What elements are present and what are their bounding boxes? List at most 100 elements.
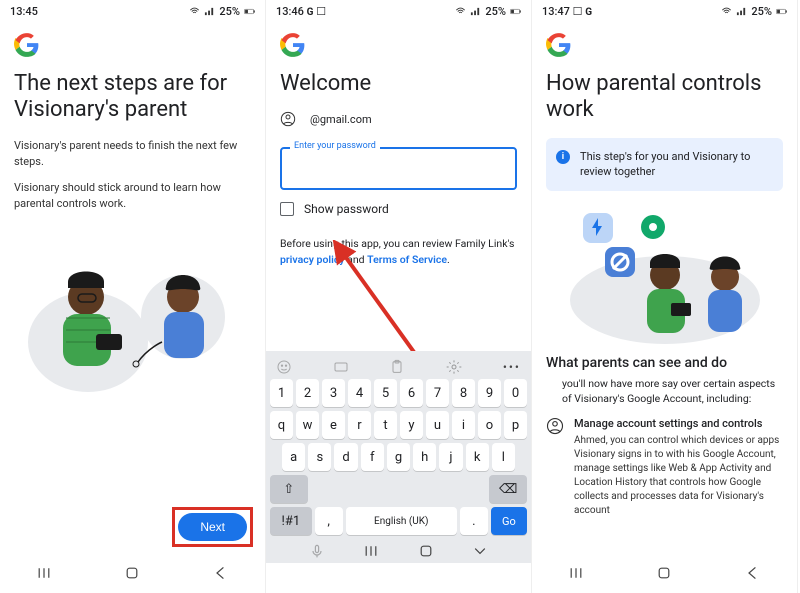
battery-icon: [244, 6, 255, 17]
symbols-key[interactable]: !#1: [270, 507, 312, 535]
key-h[interactable]: h: [413, 443, 436, 471]
screen-parental-controls: 13:47 ☐ G 25% How parental controls work…: [532, 0, 798, 593]
screen-welcome-password: 13:46 G ☐ 25% Welcome @gmail.com Enter y…: [266, 0, 532, 593]
google-logo-icon: [546, 32, 572, 58]
space-key[interactable]: English (UK): [346, 507, 457, 535]
password-input[interactable]: [280, 147, 517, 190]
android-navbar: [532, 559, 797, 587]
key-q[interactable]: q: [270, 411, 293, 439]
settings-icon[interactable]: [446, 359, 462, 375]
account-email: @gmail.com: [310, 113, 372, 126]
battery-icon: [510, 6, 521, 17]
home-icon[interactable]: [656, 565, 672, 581]
battery-pct: 25%: [219, 5, 240, 18]
battery-pct: 25%: [751, 5, 772, 18]
clipboard-icon[interactable]: [389, 359, 405, 375]
shift-key[interactable]: ⇧: [270, 475, 308, 503]
key-s[interactable]: s: [308, 443, 331, 471]
section-title: What parents can see and do: [546, 355, 783, 371]
show-password-row[interactable]: Show password: [280, 202, 517, 216]
illustration: [546, 205, 783, 345]
key-w[interactable]: w: [296, 411, 319, 439]
key-e[interactable]: e: [322, 411, 345, 439]
show-password-label: Show password: [304, 202, 389, 216]
kb-row-numbers: 1234567890: [270, 379, 527, 407]
manage-row: Manage account settings and controls Ahm…: [546, 417, 783, 518]
period-key[interactable]: .: [460, 507, 488, 535]
key-f[interactable]: f: [361, 443, 384, 471]
go-key[interactable]: Go: [491, 507, 527, 535]
banner-text: This step's for you and Visionary to rev…: [580, 150, 750, 178]
privacy-link[interactable]: privacy policy: [280, 253, 345, 266]
wifi-icon: [189, 6, 200, 17]
home-icon[interactable]: [418, 543, 434, 559]
recent-apps-icon[interactable]: [568, 565, 584, 581]
kb-row-z-keys: [311, 475, 487, 503]
key-4[interactable]: 4: [348, 379, 371, 407]
password-label: Enter your password: [290, 141, 380, 151]
clock: 13:47: [542, 5, 570, 18]
illustration: [14, 222, 251, 392]
key-6[interactable]: 6: [400, 379, 423, 407]
kb-row-q: qwertyuiop: [270, 411, 527, 439]
google-logo-icon: [14, 32, 40, 58]
key-5[interactable]: 5: [374, 379, 397, 407]
key-a[interactable]: a: [282, 443, 305, 471]
key-8[interactable]: 8: [452, 379, 475, 407]
key-l[interactable]: l: [492, 443, 515, 471]
on-screen-keyboard: ••• 1234567890 qwertyuiop asdfghjkl ⇧ ⌫ …: [266, 351, 531, 563]
key-1[interactable]: 1: [270, 379, 293, 407]
recent-apps-icon[interactable]: [363, 543, 379, 559]
back-icon[interactable]: [213, 565, 229, 581]
key-3[interactable]: 3: [322, 379, 345, 407]
legal-text: Before using this app, you can review Fa…: [280, 236, 517, 268]
emoji-icon[interactable]: [276, 359, 292, 375]
key-7[interactable]: 7: [426, 379, 449, 407]
info-banner: i This step's for you and Visionary to r…: [546, 138, 783, 192]
key-9[interactable]: 9: [478, 379, 501, 407]
wifi-icon: [721, 6, 732, 17]
section-intro: you'll now have more say over certain as…: [562, 377, 783, 406]
account-row: @gmail.com: [280, 111, 517, 127]
key-t[interactable]: t: [374, 411, 397, 439]
signal-icon: [470, 6, 481, 17]
recent-apps-icon[interactable]: [36, 565, 52, 581]
key-g[interactable]: g: [387, 443, 410, 471]
keyboard-down-icon[interactable]: [472, 543, 488, 559]
next-button[interactable]: Next: [178, 513, 247, 541]
clock: 13:46: [276, 5, 304, 18]
backspace-key[interactable]: ⌫: [489, 475, 527, 503]
account-icon: [280, 111, 296, 127]
tos-link[interactable]: Terms of Service: [367, 253, 447, 266]
para-1: Visionary's parent needs to finish the n…: [14, 138, 251, 170]
key-r[interactable]: r: [348, 411, 371, 439]
info-icon: i: [556, 150, 570, 164]
key-o[interactable]: o: [478, 411, 501, 439]
key-j[interactable]: j: [439, 443, 462, 471]
account-manage-icon: [546, 417, 564, 435]
key-u[interactable]: u: [426, 411, 449, 439]
password-input-wrap[interactable]: Enter your password: [280, 147, 517, 190]
checkbox[interactable]: [280, 202, 294, 216]
comma-key[interactable]: ,: [315, 507, 343, 535]
key-2[interactable]: 2: [296, 379, 319, 407]
mic-icon[interactable]: [309, 543, 325, 559]
signal-icon: [736, 6, 747, 17]
status-bar: 13:45 25%: [0, 0, 265, 22]
gif-icon[interactable]: [333, 359, 349, 375]
google-logo-icon: [280, 32, 306, 58]
key-i[interactable]: i: [452, 411, 475, 439]
key-k[interactable]: k: [466, 443, 489, 471]
key-0[interactable]: 0: [504, 379, 527, 407]
key-d[interactable]: d: [334, 443, 357, 471]
key-p[interactable]: p: [504, 411, 527, 439]
key-y[interactable]: y: [400, 411, 423, 439]
clock: 13:45: [10, 5, 38, 18]
kb-row-z: ⇧ ⌫: [270, 475, 527, 503]
home-icon[interactable]: [124, 565, 140, 581]
android-navbar: [0, 559, 265, 587]
manage-title: Manage account settings and controls: [574, 417, 783, 430]
battery-icon: [776, 6, 787, 17]
back-icon[interactable]: [745, 565, 761, 581]
kb-more-icon[interactable]: •••: [503, 360, 521, 374]
